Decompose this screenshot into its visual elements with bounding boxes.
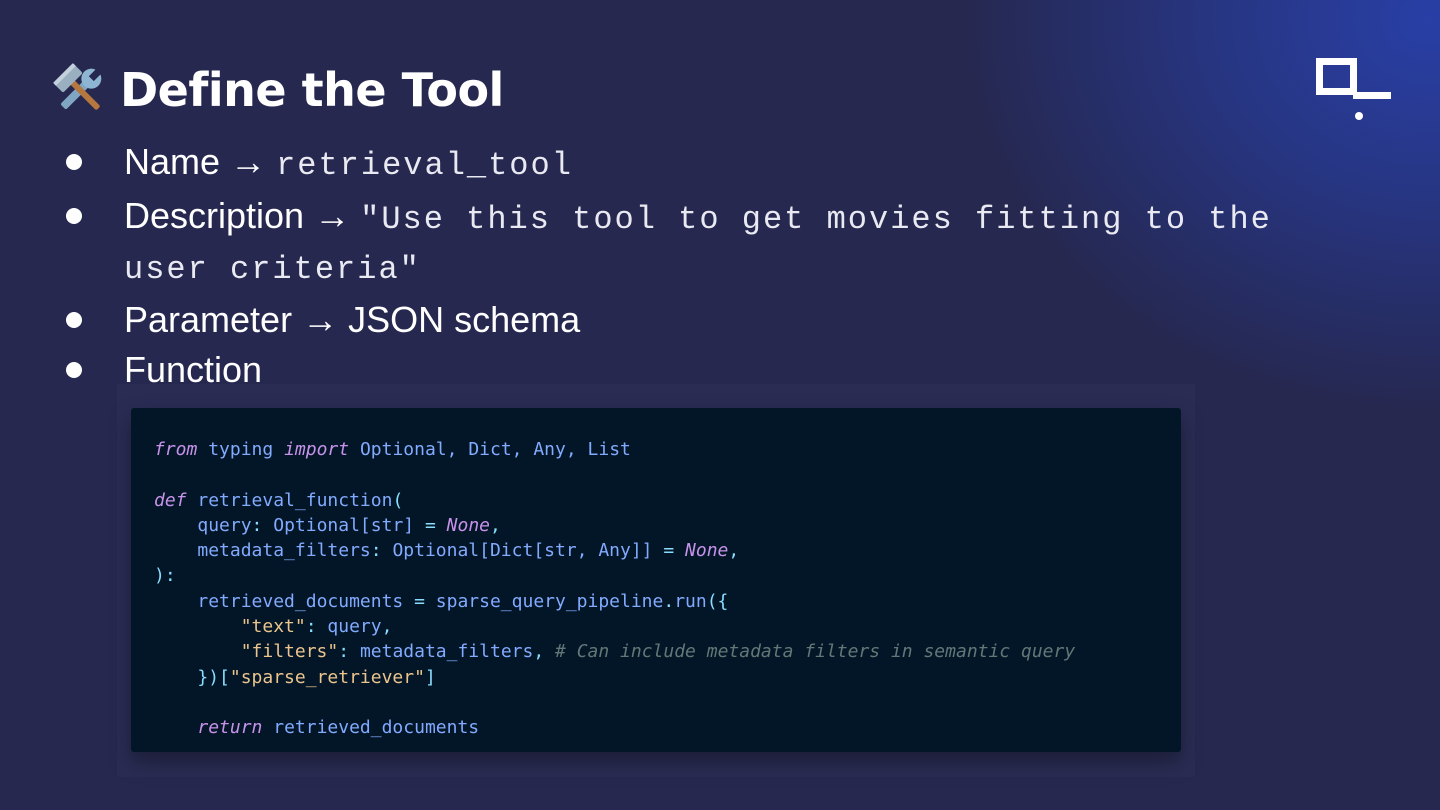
code-line: retrieved_documents = sparse_query_pipel… xyxy=(197,590,729,612)
page-title: Define the Tool xyxy=(120,63,504,117)
bullet-dot xyxy=(66,312,82,328)
slide-title-row: Define the Tool xyxy=(52,58,504,122)
bullet-value: "Use this tool to get movies fitting to … xyxy=(360,201,1272,238)
hammer-and-wrench-icon xyxy=(52,62,108,118)
code-content: from typing import Optional, Dict, Any, … xyxy=(154,437,1075,741)
arrow: → xyxy=(230,141,267,182)
bullet-value: retrieval_tool xyxy=(276,147,573,184)
code-line: metadata_filters: Optional[Dict[str, Any… xyxy=(197,540,740,562)
list-item: Name → retrieval_tool xyxy=(66,137,1366,191)
bullet-value: JSON schema xyxy=(348,299,581,340)
bullet-dot xyxy=(66,362,82,378)
brand-logo-icon xyxy=(1316,58,1394,124)
bullet-list: Name → retrieval_tool Description → "Use… xyxy=(66,137,1366,395)
code-line: def retrieval_function( xyxy=(154,489,404,511)
code-line: from typing import Optional, Dict, Any, … xyxy=(154,439,631,460)
code-line: })["sparse_retriever"] xyxy=(197,666,436,688)
code-line: query: Optional[str] = None, xyxy=(197,514,501,536)
arrow: → xyxy=(314,195,351,236)
bullet-dot xyxy=(66,208,82,224)
code-line: ): xyxy=(154,565,176,587)
bullet-label: Description xyxy=(124,195,305,236)
bullet-value-continued: user criteria" xyxy=(124,251,421,288)
list-item: Parameter → JSON schema xyxy=(66,295,1366,345)
bullet-label: Name xyxy=(124,141,221,182)
bullet-label: Parameter xyxy=(124,299,293,340)
list-item: Description → "Use this tool to get movi… xyxy=(66,191,1366,295)
arrow: → xyxy=(302,299,339,340)
bullet-dot xyxy=(66,154,82,170)
code-line: "filters": metadata_filters, # Can inclu… xyxy=(240,641,1076,663)
code-line: "text": query, xyxy=(240,616,393,638)
code-line: return retrieved_documents xyxy=(197,717,480,739)
